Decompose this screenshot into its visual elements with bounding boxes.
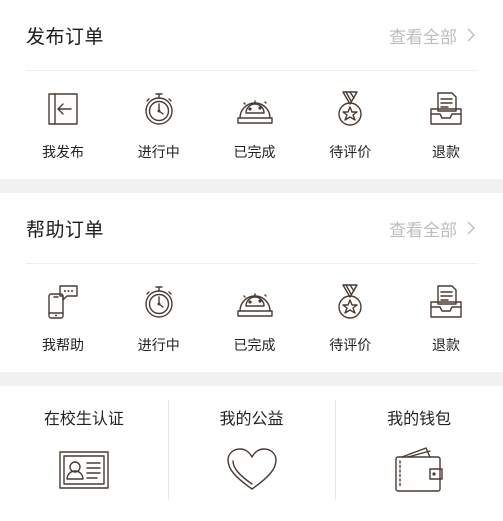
bottom-label: 我的公益 xyxy=(219,409,284,428)
icon-label: 我发布 xyxy=(42,145,84,161)
medal-icon xyxy=(338,91,362,126)
publish-item-completed[interactable]: 已完成 xyxy=(208,89,302,179)
my-wallet-button[interactable]: 我的钱包 xyxy=(335,386,503,502)
help-item-in-progress[interactable]: 进行中 xyxy=(112,282,206,372)
publish-icon xyxy=(48,93,78,125)
icon-label: 待评价 xyxy=(329,145,372,161)
icon-label: 退款 xyxy=(432,338,460,354)
wallet-icon xyxy=(395,447,443,492)
bottom-label: 我的钱包 xyxy=(387,409,452,428)
inbox-tray-icon xyxy=(430,92,462,125)
icon-label: 进行中 xyxy=(137,338,180,354)
student-verification-button[interactable]: 在校生认证 xyxy=(0,386,168,502)
publish-orders-section: 发布订单 查看全部 我发布 进行中 已完成 待评价 退款 xyxy=(0,0,503,179)
publish-orders-header: 发布订单 查看全部 xyxy=(0,0,503,70)
medal-icon xyxy=(338,284,362,319)
icon-label: 已完成 xyxy=(233,338,276,354)
view-all-label: 查看全部 xyxy=(389,220,457,241)
publish-orders-view-all-link[interactable]: 查看全部 xyxy=(389,23,476,48)
snow-globe-icon xyxy=(236,293,273,317)
publish-item-in-progress[interactable]: 进行中 xyxy=(112,89,206,179)
publish-orders-title: 发布订单 xyxy=(26,25,105,48)
help-orders-view-all-link[interactable]: 查看全部 xyxy=(389,216,476,241)
id-card-icon xyxy=(59,451,109,489)
help-orders-header: 帮助订单 查看全部 xyxy=(0,193,503,263)
snow-globe-icon xyxy=(236,100,273,124)
help-orders-title: 帮助订单 xyxy=(26,218,105,241)
bottom-label: 在校生认证 xyxy=(43,409,124,428)
stopwatch-icon xyxy=(145,286,173,318)
publish-item-my-published[interactable]: 我发布 xyxy=(16,89,110,179)
help-item-to-review[interactable]: 待评价 xyxy=(303,282,397,372)
help-orders-icon-row: 我帮助 进行中 已完成 待评价 退款 xyxy=(0,264,503,372)
help-item-refund[interactable]: 退款 xyxy=(399,282,493,372)
stopwatch-icon xyxy=(145,93,173,125)
publish-item-refund[interactable]: 退款 xyxy=(399,89,493,179)
section-separator xyxy=(0,179,503,193)
inbox-tray-icon xyxy=(430,285,462,318)
view-all-label: 查看全部 xyxy=(389,27,457,48)
chevron-right-icon xyxy=(467,28,475,42)
chevron-right-icon xyxy=(467,221,475,235)
icon-label: 待评价 xyxy=(329,338,372,354)
publish-item-to-review[interactable]: 待评价 xyxy=(303,89,397,179)
phone-chat-icon xyxy=(48,285,78,319)
my-charity-button[interactable]: 我的公益 xyxy=(167,386,336,502)
publish-orders-icon-row: 我发布 进行中 已完成 待评价 退款 xyxy=(0,71,503,179)
icon-label: 退款 xyxy=(432,145,460,161)
icon-label: 进行中 xyxy=(137,145,180,161)
icon-label: 我帮助 xyxy=(42,338,84,354)
icon-label: 已完成 xyxy=(233,145,276,161)
heart-icon xyxy=(226,448,277,490)
account-shortcuts-row: 在校生认证 我的公益 我的钱包 xyxy=(0,386,503,502)
help-item-my-helped[interactable]: 我帮助 xyxy=(16,282,110,372)
help-orders-section: 帮助订单 查看全部 我帮助 进行中 已完成 待评价 退款 xyxy=(0,193,503,372)
help-item-completed[interactable]: 已完成 xyxy=(208,282,302,372)
section-separator xyxy=(0,372,503,386)
